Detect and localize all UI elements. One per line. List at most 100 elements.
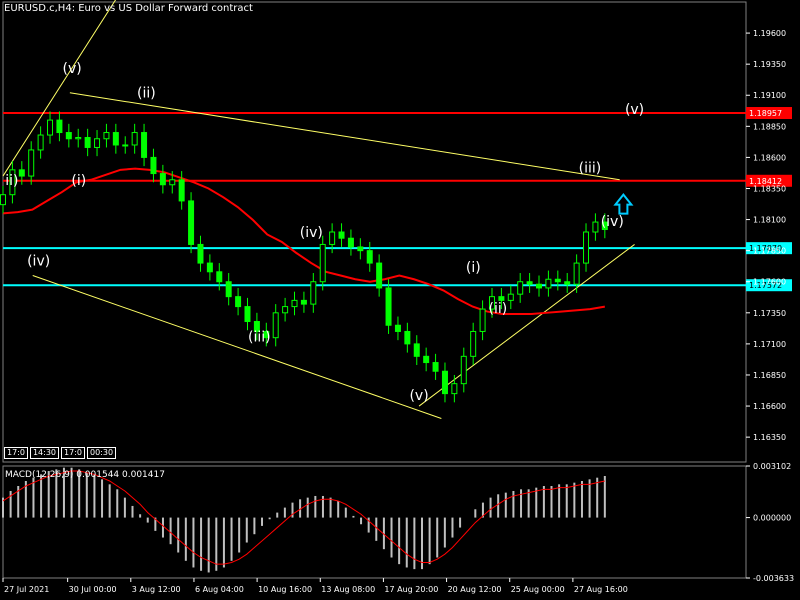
candle-body (37, 134, 44, 151)
wave-label: (i) (466, 260, 481, 276)
candle-body (470, 330, 477, 357)
candle-body (347, 237, 354, 248)
x-tick-label: 10 Aug 16:00 (258, 585, 312, 594)
wave-label: (v) (409, 388, 428, 404)
chart-title: EURUSD.c,H4: Euro vs US Dollar Forward c… (4, 3, 253, 14)
candle-body (517, 281, 524, 295)
wave-label: (iii) (579, 160, 602, 176)
timeframe-item[interactable]: 17:0 (4, 447, 28, 459)
price-chart[interactable]: 1.189571.184121.178701.17572 ii)(v)(ii)(… (0, 0, 800, 600)
y-tick-label: 1.17850 (753, 247, 786, 256)
candle-body (554, 278, 561, 283)
trend-line[interactable] (418, 244, 635, 407)
candle-body (460, 355, 467, 385)
candle-body (564, 281, 571, 285)
candle-body (338, 231, 345, 239)
y-tick-label: 1.17100 (753, 340, 786, 349)
candle-body (441, 370, 448, 395)
candle-body (545, 278, 552, 289)
timeframe-item[interactable]: 14:30 (29, 447, 60, 459)
wave-label: (ii) (137, 86, 156, 102)
candle-body (65, 132, 72, 140)
price-panel-frame (2, 1, 747, 463)
y-tick-label: 1.16350 (753, 433, 786, 442)
x-tick-label: 3 Aug 12:00 (132, 585, 181, 594)
timeframe-item[interactable]: 17:0 (61, 447, 85, 459)
candle-body (235, 296, 242, 308)
candle-body (150, 156, 157, 175)
y-tick-label: 1.18600 (753, 153, 786, 162)
candle-body (479, 308, 486, 332)
candle-body (178, 179, 185, 202)
x-tick-label: 27 Aug 16:00 (574, 585, 628, 594)
x-tick-label: 27 Jul 2021 (4, 585, 49, 594)
candle-body (319, 243, 326, 283)
x-tick-label: 17 Aug 20:00 (384, 585, 438, 594)
macd-signal-line (2, 470, 605, 565)
candle-body (188, 200, 195, 245)
candle-body (573, 262, 580, 285)
y-tick-label: 1.18850 (753, 122, 786, 131)
y-tick-label: 1.18350 (753, 184, 786, 193)
candle-body (583, 231, 590, 264)
candle-body (526, 281, 533, 285)
wave-label: ii) (5, 173, 18, 189)
candle-body (536, 283, 543, 289)
candle-body (357, 246, 364, 252)
candle-body (197, 243, 204, 264)
candle-body (300, 299, 307, 305)
candle-body (169, 179, 176, 186)
candle-body (206, 262, 213, 273)
arrow-up-icon (613, 193, 634, 215)
candle-body (385, 287, 392, 326)
y-tick-label: 1.19100 (753, 91, 786, 100)
price-tag-label: 1.18957 (749, 109, 782, 118)
candle-body (329, 231, 336, 245)
wave-label: (iv) (27, 254, 50, 270)
wave-label: (v) (62, 61, 81, 77)
candle-body (282, 306, 289, 314)
x-tick-label: 20 Aug 12:00 (448, 585, 502, 594)
wave-label: (iii) (248, 329, 271, 345)
y-tick-label: 1.17350 (753, 309, 786, 318)
wave-label: (i) (71, 173, 86, 189)
candle-body (141, 132, 148, 158)
x-tick-label: 30 Jul 00:00 (69, 585, 117, 594)
candle-body (112, 132, 119, 146)
wave-label: (iv) (300, 225, 323, 241)
y-tick-label: 1.18100 (753, 216, 786, 225)
candle-body (507, 293, 514, 301)
macd-tick-label: 0.003102 (753, 462, 791, 471)
candle-body (291, 299, 298, 308)
y-tick-label: 1.16850 (753, 371, 786, 380)
wave-label: (v) (625, 102, 644, 118)
macd-tick-label: 0.000000 (753, 514, 791, 523)
candle-body (47, 119, 54, 136)
candle-body (159, 173, 166, 186)
candle-body (225, 281, 232, 298)
wave-label: (iv) (601, 214, 624, 230)
candle-body (394, 324, 401, 332)
candle-body (94, 138, 101, 148)
x-tick-label: 25 Aug 00:00 (511, 585, 565, 594)
y-tick-label: 1.16600 (753, 402, 786, 411)
trend-line[interactable] (2, 0, 118, 177)
y-tick-label: 1.19600 (753, 29, 786, 38)
y-tick-label: 1.17600 (753, 278, 786, 287)
candle-body (103, 132, 110, 140)
candle-body (28, 149, 35, 177)
candle-body (272, 312, 279, 339)
candle-body (310, 281, 317, 305)
candle-body (131, 132, 138, 146)
timeframe-item[interactable]: 00:30 (87, 447, 117, 459)
candle-body (56, 119, 63, 134)
candle-body (244, 306, 251, 323)
candle-body (18, 169, 25, 177)
macd-title: MACD(12,26,9) 0.001544 0.001417 (5, 470, 165, 480)
x-tick-label: 13 Aug 08:00 (321, 585, 375, 594)
candle-body (84, 137, 91, 148)
candle-body (432, 362, 439, 372)
macd-tick-label: -0.003633 (753, 574, 794, 583)
candle-body (413, 343, 420, 357)
candle-body (366, 250, 373, 264)
